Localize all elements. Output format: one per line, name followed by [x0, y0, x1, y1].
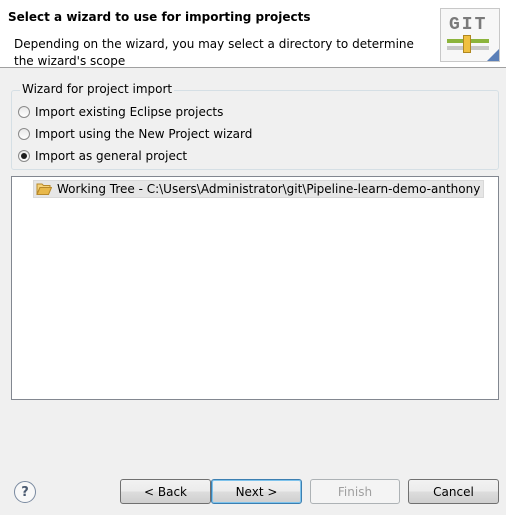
wizard-header: Select a wizard to use for importing pro…: [0, 0, 506, 68]
radio-button[interactable]: [18, 106, 30, 118]
back-button[interactable]: < Back: [120, 479, 211, 504]
radio-button[interactable]: [18, 128, 30, 140]
project-tree[interactable]: Working Tree - C:\Users\Administrator\gi…: [11, 176, 499, 400]
radio-label: Import as general project: [35, 149, 188, 163]
page-description: Depending on the wizard, you may select …: [14, 37, 414, 68]
radio-label: Import using the New Project wizard: [35, 127, 253, 141]
folder-icon: [36, 183, 52, 195]
git-logo: GIT: [440, 8, 500, 62]
git-logo-corner: [487, 49, 499, 61]
finish-button[interactable]: Finish: [310, 479, 400, 504]
next-button[interactable]: Next >: [211, 479, 302, 504]
radio-button-selected[interactable]: [18, 150, 30, 162]
wizard-group-legend: Wizard for project import: [20, 82, 175, 96]
tree-item-label: Working Tree - C:\Users\Administrator\gi…: [57, 182, 481, 196]
git-logo-marker: [463, 35, 471, 53]
cancel-button[interactable]: Cancel: [408, 479, 499, 504]
git-logo-text: GIT: [449, 15, 488, 35]
tree-item-working-tree[interactable]: Working Tree - C:\Users\Administrator\gi…: [33, 180, 485, 198]
radio-import-new-project-wizard[interactable]: Import using the New Project wizard: [18, 126, 252, 142]
help-button[interactable]: ?: [14, 481, 36, 503]
page-title: Select a wizard to use for importing pro…: [8, 10, 311, 24]
radio-import-existing[interactable]: Import existing Eclipse projects: [18, 104, 223, 120]
radio-import-general-project[interactable]: Import as general project: [18, 148, 187, 164]
radio-label: Import existing Eclipse projects: [35, 105, 224, 119]
